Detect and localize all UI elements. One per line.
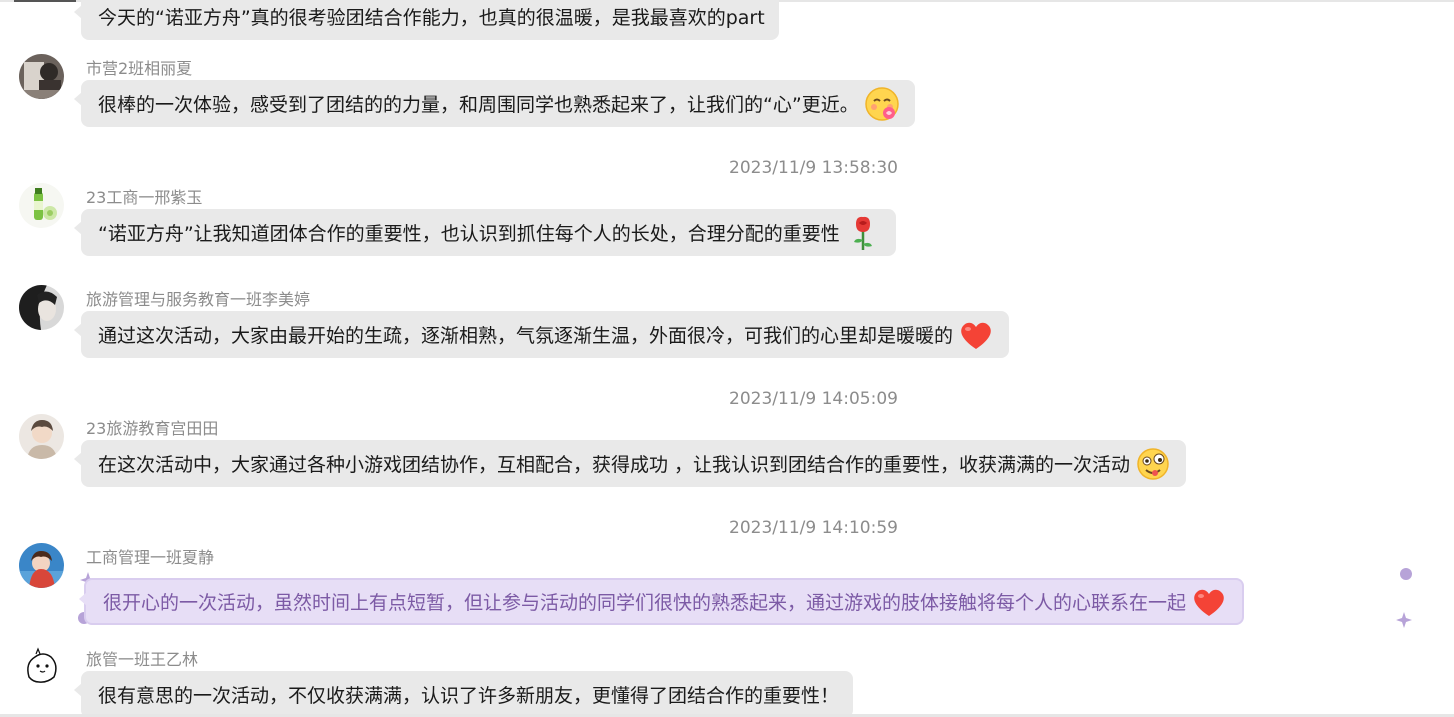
sender-name: 23旅游教育宫田田: [86, 419, 219, 438]
message-text: “诺亚方舟”让我知道团体合作的重要性，也认识到抓住每个人的长处，合理分配的重要性: [98, 223, 840, 245]
heart-icon: [957, 316, 995, 354]
smiling-face-icon: [863, 85, 901, 123]
sender-name: 工商管理一班夏静: [86, 548, 215, 567]
sparkle-decoration-icon: [1396, 612, 1412, 628]
sender-name: 旅游管理与服务教育一班李美婷: [86, 290, 311, 309]
message-timestamp: 2023/11/9 14:10:59: [729, 518, 898, 538]
avatar[interactable]: [19, 414, 64, 459]
message-bubble[interactable]: 很开心的一次活动，虽然时间上有点短暂，但让参与活动的同学们很快的熟悉起来，通过游…: [78, 578, 1245, 625]
avatar[interactable]: [19, 543, 64, 588]
message-bubble[interactable]: 很棒的一次体验，感受到了团结的的力量，和周围同学也熟悉起来了，让我们的“心”更近…: [74, 80, 915, 127]
message-bubble[interactable]: 很有意思的一次活动，不仅收获满满，认识了许多新朋友，更懂得了团结合作的重要性！: [73, 671, 854, 717]
message-text: 很有意思的一次活动，不仅收获满满，认识了许多新朋友，更懂得了团结合作的重要性！: [98, 685, 840, 707]
message-bubble[interactable]: 在这次活动中，大家通过各种小游戏团结协作，互相配合，获得成功 ，让我认识到团结合…: [73, 440, 1187, 487]
sender-name: 旅管一班王乙林: [86, 650, 199, 669]
message-text: 很棒的一次体验，感受到了团结的的力量，和周围同学也熟悉起来了，让我们的“心”更近…: [98, 94, 859, 116]
message-bubble[interactable]: 通过这次活动，大家由最开始的生疏，逐渐相熟，气氛逐渐生温，外面很冷，可我们的心里…: [73, 311, 1010, 358]
message-text: 在这次活动中，大家通过各种小游戏团结协作，互相配合，获得成功 ，让我认识到团结合…: [98, 454, 1131, 476]
avatar[interactable]: [19, 54, 64, 99]
sender-name: 23工商一邢紫玉: [86, 188, 203, 207]
avatar[interactable]: [19, 645, 64, 690]
chat-message-list[interactable]: 今天的“诺亚方舟”真的很考验团结合作能力，也真的很温暖，是我最喜欢的part 市…: [0, 0, 1454, 717]
rose-icon: [844, 214, 882, 252]
message-timestamp: 2023/11/9 14:05:09: [729, 389, 898, 409]
top-divider-accent: [14, 0, 76, 2]
message-text: 今天的“诺亚方舟”真的很考验团结合作能力，也真的很温暖，是我最喜欢的part: [98, 7, 765, 29]
message-text: 很开心的一次活动，虽然时间上有点短暂，但让参与活动的同学们很快的熟悉起来，通过游…: [103, 592, 1187, 614]
sparkle-decoration-icon: [1400, 568, 1412, 580]
zany-face-icon: [1134, 445, 1172, 483]
sender-name: 市营2班相丽夏: [86, 59, 193, 78]
heart-icon: [1190, 583, 1228, 621]
message-timestamp: 2023/11/9 13:58:30: [729, 158, 898, 178]
avatar[interactable]: [19, 183, 64, 228]
message-bubble[interactable]: “诺亚方舟”让我知道团体合作的重要性，也认识到抓住每个人的长处，合理分配的重要性: [74, 209, 896, 256]
message-text: 通过这次活动，大家由最开始的生疏，逐渐相熟，气氛逐渐生温，外面很冷，可我们的心里…: [98, 325, 954, 347]
avatar[interactable]: [19, 285, 64, 330]
message-bubble[interactable]: 今天的“诺亚方舟”真的很考验团结合作能力，也真的很温暖，是我最喜欢的part: [74, 0, 779, 40]
